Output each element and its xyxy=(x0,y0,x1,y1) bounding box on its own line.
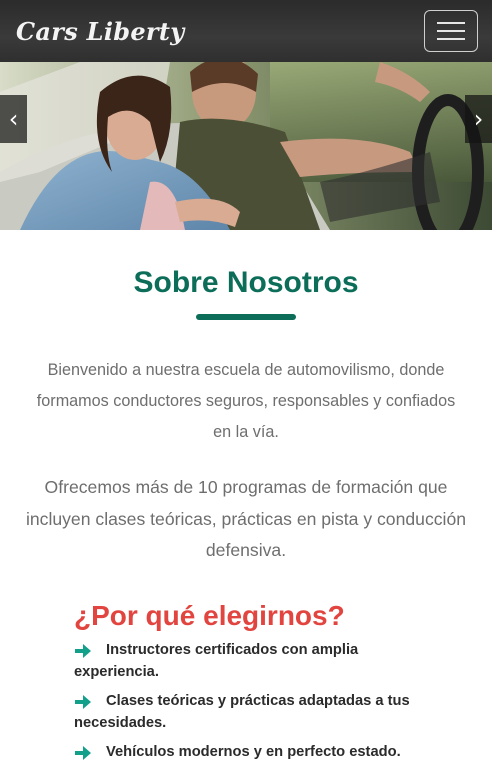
navbar: Cars Liberty xyxy=(0,0,492,62)
why-item-text: Instructores certificados con amplia exp… xyxy=(74,642,359,680)
hamburger-icon-line xyxy=(437,22,465,24)
menu-toggle-button[interactable] xyxy=(424,10,478,52)
about-paragraph-2: Ofrecemos más de 10 programas de formaci… xyxy=(25,477,467,560)
arrow-right-icon xyxy=(75,746,91,760)
arrow-right-icon xyxy=(75,695,91,709)
hero-carousel: ‹ › xyxy=(0,62,492,230)
hamburger-icon-line xyxy=(437,38,465,40)
hero-image xyxy=(0,62,492,230)
list-item: Instructores certificados con amplia exp… xyxy=(74,640,444,683)
carousel-next-button[interactable]: › xyxy=(465,95,492,143)
list-item: Clases teóricas y prácticas adaptadas a … xyxy=(74,691,444,734)
chevron-right-icon: › xyxy=(473,105,484,133)
why-item-text: Clases teóricas y prácticas adaptadas a … xyxy=(74,693,410,731)
arrow-right-icon xyxy=(75,644,91,658)
title-divider xyxy=(196,314,296,320)
why-us-title: ¿Por qué elegirnos? xyxy=(74,600,345,631)
list-item: Vehículos modernos y en perfecto estado. xyxy=(74,742,444,764)
about-title: Sobre Nosotros xyxy=(133,266,359,299)
why-us-list: Instructores certificados con amplia exp… xyxy=(74,640,444,772)
chevron-left-icon: ‹ xyxy=(8,105,19,133)
why-item-text: Vehículos modernos y en perfecto estado. xyxy=(106,744,401,760)
hamburger-icon-line xyxy=(437,30,465,32)
brand-logo[interactable]: Cars Liberty xyxy=(16,17,184,46)
carousel-prev-button[interactable]: ‹ xyxy=(0,95,27,143)
about-paragraph-1: Bienvenido a nuestra escuela de automovi… xyxy=(36,361,456,441)
